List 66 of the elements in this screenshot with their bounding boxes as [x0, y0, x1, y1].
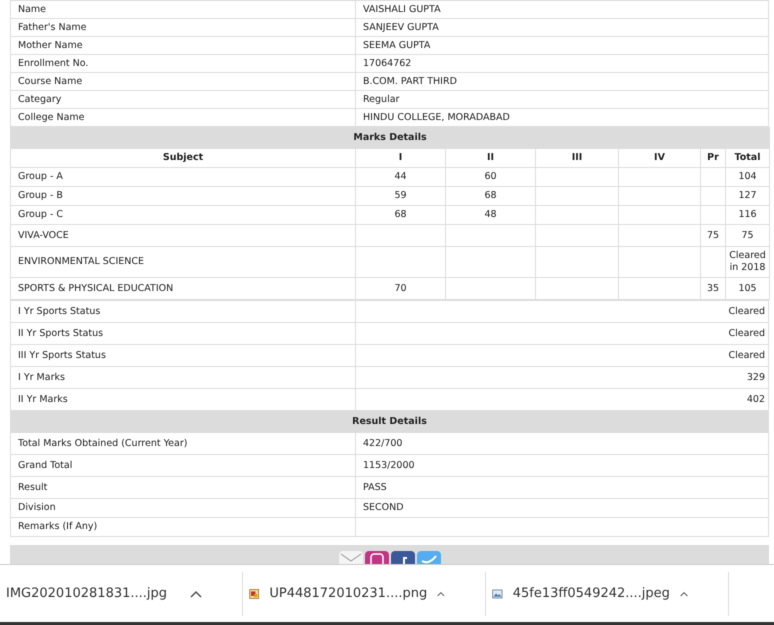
field-value: SECOND — [356, 498, 768, 518]
field-label: Mother Name — [10, 36, 356, 54]
column-header: IV — [618, 148, 700, 168]
table-cell: 68 — [356, 206, 446, 224]
field-label: Remarks (If Any) — [10, 518, 356, 536]
column-header: I — [356, 148, 446, 168]
column-header: Total — [726, 148, 770, 168]
table-cell: 75 — [700, 224, 726, 246]
caret-icon[interactable] — [437, 590, 445, 598]
table-cell: 44 — [356, 168, 446, 186]
section-heading: Result Details — [10, 412, 768, 432]
table-cell: 59 — [356, 186, 446, 206]
column-header: II — [446, 148, 536, 168]
field-label: II Yr Sports Status — [10, 322, 356, 344]
field-label: Course Name — [10, 72, 356, 90]
field-value: Cleared — [356, 322, 768, 344]
field-value: SEEMA GUPTA — [356, 36, 768, 54]
table-cell: 48 — [446, 206, 536, 224]
field-label: Name — [10, 0, 356, 18]
field-label: Enrollment No. — [10, 54, 356, 72]
field-label: Father's Name — [10, 18, 356, 36]
field-label: III Yr Sports Status — [10, 344, 356, 366]
table-cell: 75 — [726, 224, 770, 246]
field-value: Regular — [356, 90, 768, 108]
table-cell: 127 — [726, 186, 770, 206]
table-cell: Group - A — [10, 168, 356, 186]
table-cell: SPORTS & PHYSICAL EDUCATION — [10, 278, 356, 300]
table-cell: 35 — [700, 278, 726, 300]
table-cell: 68 — [446, 186, 536, 206]
download-filename[interactable]: 45fe13ff0549242....jpeg — [512, 588, 670, 600]
field-value: VAISHALI GUPTA — [356, 0, 768, 18]
section-heading: Marks Details — [10, 128, 770, 148]
field-value: B.COM. PART THIRD — [356, 72, 768, 90]
column-header: III — [536, 148, 618, 168]
field-value: 17064762 — [356, 54, 768, 72]
table-cell: Cleared in 2018 — [726, 246, 770, 278]
field-label: I Yr Marks — [10, 366, 356, 388]
field-label: Total Marks Obtained (Current Year) — [10, 432, 356, 454]
table-cell: ENVIRONMENTAL SCIENCE — [10, 246, 356, 278]
field-value: Cleared — [356, 300, 768, 322]
field-label: Grand Total — [10, 454, 356, 476]
table-cell: VIVA-VOCE — [10, 224, 356, 246]
mail-icon[interactable] — [338, 551, 362, 564]
field-value: 329 — [356, 366, 768, 388]
column-header: Pr — [700, 148, 726, 168]
field-value: SANJEEV GUPTA — [356, 18, 768, 36]
field-value: 422/700 — [356, 432, 768, 454]
table-cell: Group - B — [10, 186, 356, 206]
table-cell: 105 — [726, 278, 770, 300]
caret-icon[interactable] — [190, 590, 202, 598]
field-label: Categary — [10, 90, 356, 108]
field-label: I Yr Sports Status — [10, 300, 356, 322]
caret-icon[interactable] — [680, 590, 688, 598]
table-cell: 60 — [446, 168, 536, 186]
download-filename[interactable]: IMG202010281831....jpg — [6, 588, 180, 600]
field-label: Result — [10, 476, 356, 498]
table-cell: 104 — [726, 168, 770, 186]
table-cell: 116 — [726, 206, 770, 224]
field-label: Division — [10, 498, 356, 518]
download-filename[interactable]: UP448172010231....png — [269, 588, 428, 600]
table-cell: Group - C — [10, 206, 356, 224]
column-header: Subject — [10, 148, 356, 168]
field-value: Cleared — [356, 344, 768, 366]
field-value: 1153/2000 — [356, 454, 768, 476]
table-cell: 70 — [356, 278, 446, 300]
field-value: PASS — [356, 476, 768, 498]
